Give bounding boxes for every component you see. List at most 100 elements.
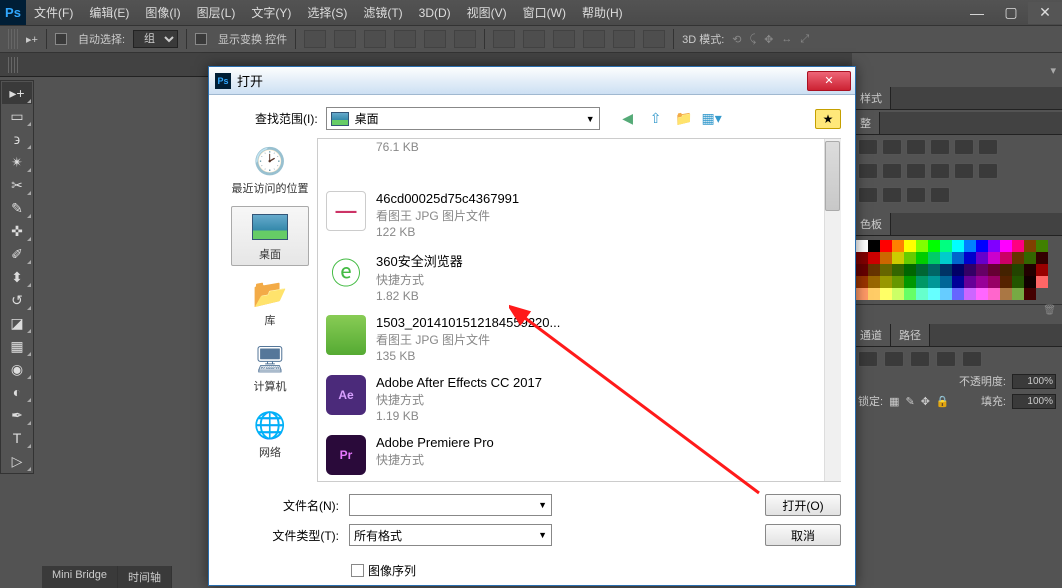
- swatch[interactable]: [1000, 252, 1012, 264]
- adjustment-icon[interactable]: [930, 139, 950, 155]
- swatch[interactable]: [1036, 276, 1048, 288]
- swatch[interactable]: [892, 240, 904, 252]
- swatch[interactable]: [1036, 240, 1048, 252]
- swatch[interactable]: [856, 276, 868, 288]
- file-list[interactable]: 76.1 KB ▬▬▬ 46cd00025d75c4367991 看图王 JPG…: [317, 138, 841, 482]
- swatch[interactable]: [964, 264, 976, 276]
- swatches-tab[interactable]: 色板: [852, 213, 891, 235]
- swatch[interactable]: [928, 288, 940, 300]
- place-recent[interactable]: 🕑 最近访问的位置: [231, 140, 309, 200]
- swatch[interactable]: [988, 276, 1000, 288]
- lock-icon[interactable]: 🔒: [936, 395, 950, 408]
- distribute-button[interactable]: [493, 30, 515, 48]
- swatch[interactable]: [952, 240, 964, 252]
- quick-select-tool[interactable]: ✴: [2, 151, 32, 173]
- place-network[interactable]: 🌐 网络: [231, 404, 309, 464]
- swatch[interactable]: [940, 264, 952, 276]
- menu-3d[interactable]: 3D(D): [411, 6, 459, 20]
- adjustment-icon[interactable]: [978, 163, 998, 179]
- swatch[interactable]: [904, 276, 916, 288]
- type-tool[interactable]: T: [2, 427, 32, 449]
- swatch[interactable]: [868, 240, 880, 252]
- menu-image[interactable]: 图像(I): [137, 4, 188, 21]
- eraser-tool[interactable]: ◪: [2, 312, 32, 334]
- menu-select[interactable]: 选择(S): [299, 4, 355, 21]
- lock-icon[interactable]: ✎: [905, 395, 914, 408]
- swatch[interactable]: [1000, 264, 1012, 276]
- history-brush-tool[interactable]: ↺: [2, 289, 32, 311]
- filetype-combo[interactable]: 所有格式 ▼: [349, 524, 552, 546]
- swatch[interactable]: [868, 288, 880, 300]
- swatch[interactable]: [940, 252, 952, 264]
- swatch[interactable]: [1036, 264, 1048, 276]
- dialog-close-button[interactable]: ✕: [807, 71, 851, 91]
- distribute-button[interactable]: [583, 30, 605, 48]
- maximize-button[interactable]: ▢: [994, 2, 1028, 24]
- pan3d-icon[interactable]: ✥: [764, 33, 773, 46]
- swatch[interactable]: [856, 264, 868, 276]
- layer-filter-icon[interactable]: [910, 351, 930, 367]
- timeline-tab[interactable]: 时间轴: [118, 566, 172, 588]
- swatch[interactable]: [988, 264, 1000, 276]
- crop-tool[interactable]: ✂: [2, 174, 32, 196]
- dialog-titlebar[interactable]: Ps 打开 ✕: [209, 67, 855, 95]
- adjustment-icon[interactable]: [930, 163, 950, 179]
- swatch[interactable]: [940, 288, 952, 300]
- swatch[interactable]: [1000, 276, 1012, 288]
- swatch[interactable]: [1012, 276, 1024, 288]
- swatch[interactable]: [1000, 240, 1012, 252]
- swatch[interactable]: [916, 288, 928, 300]
- swatch[interactable]: [988, 288, 1000, 300]
- back-icon[interactable]: ◀: [618, 110, 638, 128]
- swatch[interactable]: [856, 240, 868, 252]
- swatch[interactable]: [856, 288, 868, 300]
- lookup-dropdown[interactable]: 桌面 ▼: [326, 107, 600, 130]
- swatch[interactable]: [880, 240, 892, 252]
- swatch[interactable]: [928, 240, 940, 252]
- swatch[interactable]: [916, 276, 928, 288]
- distribute-button[interactable]: [553, 30, 575, 48]
- slide3d-icon[interactable]: ↔: [781, 33, 792, 45]
- mini-bridge-tab[interactable]: Mini Bridge: [42, 566, 118, 588]
- place-computer[interactable]: 🖥 计算机: [231, 338, 309, 398]
- swatch[interactable]: [916, 252, 928, 264]
- new-folder-icon[interactable]: 📁: [674, 110, 694, 128]
- lock-icon[interactable]: ✥: [921, 395, 930, 408]
- favorite-button[interactable]: ★: [815, 109, 841, 129]
- move-tool-icon[interactable]: ▸+: [26, 33, 38, 46]
- scroll-thumb[interactable]: [825, 141, 840, 211]
- adjustment-icon[interactable]: [882, 139, 902, 155]
- up-icon[interactable]: ⇧: [646, 110, 666, 128]
- swatch[interactable]: [856, 252, 868, 264]
- swatch[interactable]: [976, 252, 988, 264]
- path-select-tool[interactable]: ▷: [2, 450, 32, 472]
- file-item[interactable]: ▬▬▬ 46cd00025d75c4367991 看图王 JPG 图片文件 12…: [318, 185, 841, 245]
- minimize-button[interactable]: —: [960, 2, 994, 24]
- swatch[interactable]: [892, 252, 904, 264]
- swatch[interactable]: [964, 288, 976, 300]
- gradient-tool[interactable]: ▦: [2, 335, 32, 357]
- adjustment-icon[interactable]: [858, 163, 878, 179]
- layer-filter-icon[interactable]: [858, 351, 878, 367]
- styles-tab[interactable]: 样式: [852, 87, 891, 109]
- adjustment-icon[interactable]: [906, 139, 926, 155]
- blur-tool[interactable]: ◉: [2, 358, 32, 380]
- swatch[interactable]: [976, 264, 988, 276]
- align-button[interactable]: [364, 30, 386, 48]
- adjust-tab[interactable]: 整: [852, 112, 880, 134]
- file-item[interactable]: ⓔ 360安全浏览器 快捷方式 1.82 KB: [318, 245, 841, 309]
- align-button[interactable]: [304, 30, 326, 48]
- opacity-input[interactable]: [1012, 374, 1056, 389]
- lasso-tool[interactable]: ϶: [2, 128, 32, 150]
- swatch[interactable]: [928, 264, 940, 276]
- swatch[interactable]: [928, 276, 940, 288]
- swatch[interactable]: [868, 276, 880, 288]
- fill-input[interactable]: [1012, 394, 1056, 409]
- eyedropper-tool[interactable]: ✎: [2, 197, 32, 219]
- paths-tab[interactable]: 路径: [891, 324, 930, 346]
- adjustment-icon[interactable]: [882, 187, 902, 203]
- swatches-grid[interactable]: [856, 240, 1058, 300]
- swatch[interactable]: [892, 264, 904, 276]
- swatch[interactable]: [964, 276, 976, 288]
- align-button[interactable]: [424, 30, 446, 48]
